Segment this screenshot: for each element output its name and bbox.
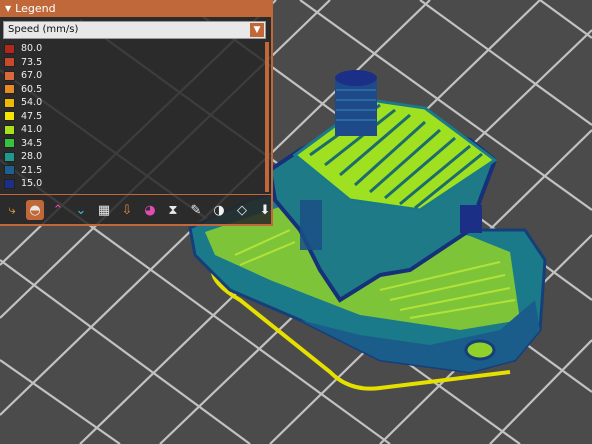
color-swatch (4, 165, 15, 176)
view-type-value: Speed (mm/s) (8, 24, 79, 35)
range-label: 54.0 (21, 97, 43, 109)
color-swatch (4, 124, 15, 135)
color-change-icon[interactable]: ◕ (141, 200, 159, 220)
color-swatch (4, 151, 15, 162)
range-label: 47.5 (21, 110, 43, 122)
color-swatch (4, 57, 15, 68)
legend-range-item: 54.0 (4, 96, 42, 110)
legend-range-item: 73.5 (4, 56, 42, 70)
range-label: 21.5 (21, 164, 43, 176)
range-label: 60.5 (21, 83, 43, 95)
color-swatch (4, 111, 15, 122)
legend-range-item: 47.5 (4, 110, 42, 124)
legend-panel: ▼ Legend Speed (mm/s) ▼ 80.0 73.5 67.0 60.5… (0, 0, 273, 226)
center-of-gravity-icon[interactable]: ◑ (210, 200, 228, 220)
tool-marker-icon[interactable]: ⬇ (256, 200, 274, 220)
legend-header[interactable]: ▼ Legend (0, 0, 271, 17)
legend-range-item: 67.0 (4, 69, 42, 83)
tool-change-icon[interactable]: ⇩ (118, 200, 136, 220)
view-type-select[interactable]: Speed (mm/s) ▼ (3, 21, 266, 39)
color-swatch (4, 97, 15, 108)
color-swatch (4, 138, 15, 149)
legend-range-item: 21.5 (4, 164, 42, 178)
range-label: 80.0 (21, 43, 43, 55)
retractions-icon[interactable]: ⌃ (49, 200, 67, 220)
custom-gcode-icon[interactable]: ✎ (187, 200, 205, 220)
legend-range-item: 41.0 (4, 123, 42, 137)
shells-icon[interactable]: ◇ (233, 200, 251, 220)
pause-icon[interactable]: ⧗ (164, 200, 182, 220)
travel-icon[interactable]: ⤷ (3, 200, 21, 220)
range-label: 67.0 (21, 70, 43, 82)
legend-divider (0, 194, 271, 195)
range-label: 34.5 (21, 137, 43, 149)
legend-range-item: 28.0 (4, 150, 42, 164)
range-label: 41.0 (21, 124, 43, 136)
range-label: 28.0 (21, 151, 43, 163)
color-swatch (4, 43, 15, 54)
legend-scrollbar[interactable] (265, 42, 269, 192)
dropdown-arrow-icon[interactable]: ▼ (250, 23, 264, 37)
speed-range-list: 80.0 73.5 67.0 60.5 54.0 47.5 41.0 34.5 28.0 21.5… (4, 42, 42, 191)
color-swatch (4, 84, 15, 95)
deretractions-icon[interactable]: ⌄ (72, 200, 90, 220)
color-swatch (4, 70, 15, 81)
legend-range-item: 60.5 (4, 83, 42, 97)
range-label: 15.0 (21, 178, 43, 190)
seams-icon[interactable]: ▦ (95, 200, 113, 220)
color-swatch (4, 178, 15, 189)
legend-range-item: 15.0 (4, 177, 42, 191)
legend-title: Legend (15, 2, 56, 15)
legend-range-item: 80.0 (4, 42, 42, 56)
collapse-triangle-icon[interactable]: ▼ (5, 0, 11, 17)
legend-range-item: 34.5 (4, 137, 42, 151)
options-toolbar: ⤷ ◓ ⌃ ⌄ ▦ ⇩ ◕ ⧗ ✎ ◑ ◇ ⬇ (3, 198, 274, 222)
wipe-icon[interactable]: ◓ (26, 200, 44, 220)
range-label: 73.5 (21, 56, 43, 68)
